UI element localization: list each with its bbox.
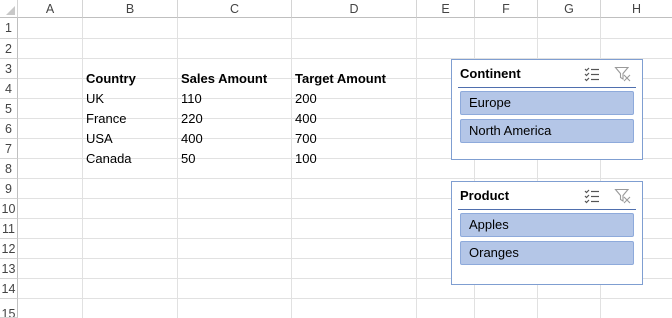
table-cell-sales-amount[interactable]: 110 bbox=[178, 89, 202, 109]
row-header-11[interactable]: 11 bbox=[0, 219, 18, 239]
column-header-a[interactable]: A bbox=[18, 0, 83, 18]
table-cell-target-amount[interactable]: 100 bbox=[292, 149, 317, 169]
slicer-item-north-america[interactable]: North America bbox=[460, 119, 634, 143]
table-cell-target-amount[interactable]: 400 bbox=[292, 109, 317, 129]
select-all-corner[interactable] bbox=[0, 0, 18, 18]
row-header-15[interactable]: 15 bbox=[0, 299, 18, 318]
clear-filter-icon[interactable] bbox=[614, 65, 632, 83]
row-header-3[interactable]: 3 bbox=[0, 59, 18, 79]
column-header-e[interactable]: E bbox=[417, 0, 475, 18]
row-header-13[interactable]: 13 bbox=[0, 259, 18, 279]
slicer-title: Continent bbox=[460, 66, 521, 81]
gridline bbox=[416, 18, 417, 318]
table-cell-sales-amount[interactable]: 50 bbox=[178, 149, 195, 169]
clear-filter-icon[interactable] bbox=[614, 187, 632, 205]
row-header-10[interactable]: 10 bbox=[0, 199, 18, 219]
spreadsheet: A B C D E F G H 1 2 3 4 5 6 7 8 9 10 11 … bbox=[0, 0, 672, 318]
row-header-5[interactable]: 5 bbox=[0, 99, 18, 119]
column-header-b[interactable]: B bbox=[83, 0, 178, 18]
continent-slicer[interactable]: Continent Europe North America bbox=[451, 59, 643, 160]
row-header-12[interactable]: 12 bbox=[0, 239, 18, 259]
column-header-g[interactable]: G bbox=[538, 0, 601, 18]
row-header-4[interactable]: 4 bbox=[0, 79, 18, 99]
table-cell-sales-amount[interactable]: 400 bbox=[178, 129, 203, 149]
row-header-1[interactable]: 1 bbox=[0, 18, 18, 39]
table-cell-country[interactable]: UK bbox=[83, 89, 104, 109]
table-header-country[interactable]: Country bbox=[83, 69, 136, 89]
table-cell-target-amount[interactable]: 200 bbox=[292, 89, 317, 109]
slicer-divider bbox=[458, 209, 636, 210]
column-header-f[interactable]: F bbox=[475, 0, 538, 18]
slicer-item-apples[interactable]: Apples bbox=[460, 213, 634, 237]
slicer-item-europe[interactable]: Europe bbox=[460, 91, 634, 115]
row-header-6[interactable]: 6 bbox=[0, 119, 18, 139]
gridline bbox=[18, 298, 672, 299]
row-header-8[interactable]: 8 bbox=[0, 159, 18, 179]
gridline bbox=[18, 178, 672, 179]
table-header-sales-amount[interactable]: Sales Amount bbox=[178, 69, 267, 89]
column-header-c[interactable]: C bbox=[178, 0, 292, 18]
table-cell-target-amount[interactable]: 700 bbox=[292, 129, 317, 149]
table-cell-country[interactable]: USA bbox=[83, 129, 113, 149]
row-header-9[interactable]: 9 bbox=[0, 179, 18, 199]
gridline bbox=[18, 38, 672, 39]
row-header-2[interactable]: 2 bbox=[0, 39, 18, 59]
multi-select-icon[interactable] bbox=[583, 65, 601, 83]
slicer-item-oranges[interactable]: Oranges bbox=[460, 241, 634, 265]
multi-select-icon[interactable] bbox=[583, 187, 601, 205]
table-cell-sales-amount[interactable]: 220 bbox=[178, 109, 203, 129]
row-header-14[interactable]: 14 bbox=[0, 279, 18, 299]
slicer-divider bbox=[458, 87, 636, 88]
table-header-target-amount[interactable]: Target Amount bbox=[292, 69, 386, 89]
column-header-h[interactable]: H bbox=[601, 0, 672, 18]
product-slicer[interactable]: Product Apples Oranges bbox=[451, 181, 643, 285]
table-cell-country[interactable]: Canada bbox=[83, 149, 132, 169]
slicer-title: Product bbox=[460, 188, 510, 203]
table-cell-country[interactable]: France bbox=[83, 109, 126, 129]
column-header-d[interactable]: D bbox=[292, 0, 417, 18]
row-header-7[interactable]: 7 bbox=[0, 139, 18, 159]
